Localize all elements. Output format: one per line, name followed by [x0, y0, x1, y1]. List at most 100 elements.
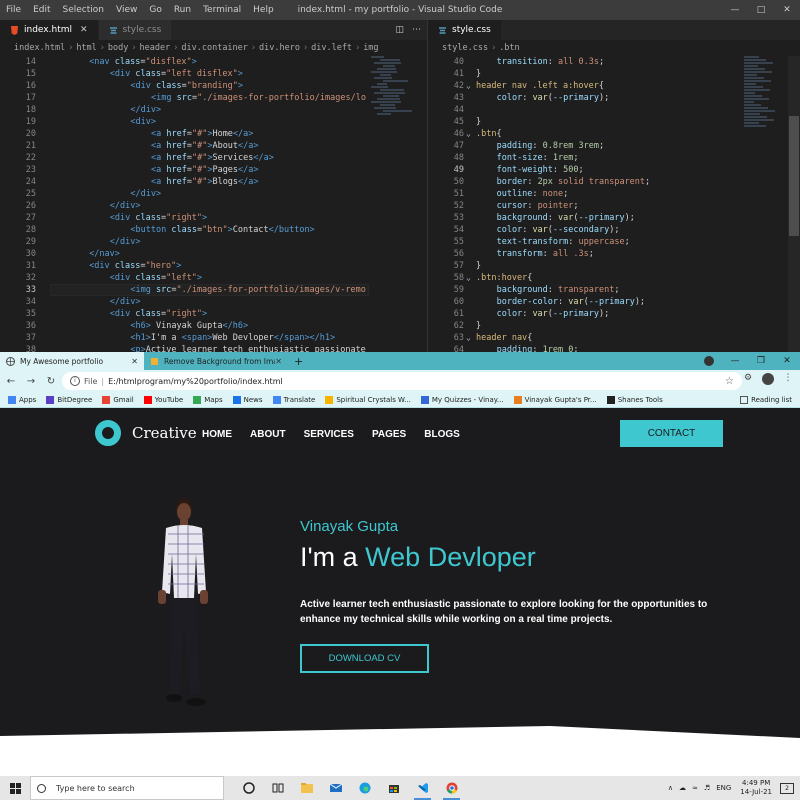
- nav-link-home[interactable]: HOME: [202, 429, 232, 440]
- profile-avatar[interactable]: [762, 373, 774, 385]
- bookmark-maps[interactable]: Maps: [193, 395, 223, 404]
- scrollbar-thumb[interactable]: [789, 116, 799, 236]
- browser-tab-remove-bg[interactable]: Remove Background from Image ✕: [144, 352, 288, 370]
- close-tab-icon[interactable]: ✕: [131, 357, 138, 366]
- bookmark-gmail[interactable]: Gmail: [102, 395, 134, 404]
- minimize-icon[interactable]: —: [722, 356, 748, 366]
- nav-link-blogs[interactable]: BLOGS: [424, 429, 460, 440]
- url-divider: |: [101, 376, 105, 386]
- breadcrumb-item[interactable]: div.left: [311, 43, 352, 53]
- split-editor-icon[interactable]: ◫: [395, 25, 404, 35]
- info-icon[interactable]: i: [70, 376, 80, 386]
- breadcrumb-item[interactable]: div.container: [181, 43, 248, 53]
- bookmark-news[interactable]: News: [232, 395, 263, 404]
- menu-item-go[interactable]: Go: [143, 5, 167, 15]
- menu-item-help[interactable]: Help: [247, 5, 280, 15]
- notification-icon[interactable]: 2: [780, 782, 794, 794]
- vscode-icon[interactable]: [408, 776, 437, 800]
- close-icon[interactable]: ✕: [774, 5, 800, 15]
- reading-list[interactable]: Reading list: [740, 392, 792, 408]
- wifi-icon[interactable]: ≈: [692, 784, 698, 792]
- minimap-right[interactable]: [744, 56, 786, 352]
- breadcrumb: index.html › html › body › header › div.containe…: [0, 40, 427, 56]
- extensions-icon[interactable]: ⚙: [742, 373, 754, 385]
- fold-chevron-icon[interactable]: ⌄: [466, 128, 471, 140]
- menu-item-edit[interactable]: Edit: [27, 5, 56, 15]
- onedrive-icon[interactable]: ☁: [679, 784, 686, 792]
- minimap-line: [374, 107, 396, 109]
- clock[interactable]: 4:49 PM 14-Jul-21: [740, 779, 772, 797]
- volume-icon[interactable]: ♬: [704, 784, 710, 792]
- tab-style-css[interactable]: style.css: [98, 20, 173, 40]
- scrollbar[interactable]: [788, 56, 800, 352]
- bookmark-shanes-tools[interactable]: Shanes Tools: [606, 395, 663, 404]
- mail-icon[interactable]: [321, 776, 350, 800]
- bookmark-translate[interactable]: Translate: [272, 395, 315, 404]
- browser-tab-portfolio[interactable]: My Awesome portfolio ✕: [0, 352, 144, 370]
- fold-chevron-icon[interactable]: ⌄: [466, 332, 471, 344]
- back-icon[interactable]: ←: [2, 376, 20, 387]
- tab-index-html[interactable]: index.html ✕: [0, 20, 99, 40]
- menu-kebab-icon[interactable]: ⋮: [782, 373, 794, 385]
- code-text: background: transparent;: [496, 285, 620, 295]
- line-number: 42: [453, 81, 464, 91]
- breadcrumb-item[interactable]: style.css: [442, 43, 488, 53]
- edge-icon[interactable]: [350, 776, 379, 800]
- contact-button[interactable]: Contact: [620, 420, 723, 447]
- close-tab-icon[interactable]: ✕: [80, 25, 88, 35]
- new-tab-button[interactable]: +: [288, 352, 309, 370]
- nav-link-about[interactable]: ABOUT: [250, 429, 286, 440]
- bookmark-apps[interactable]: Apps: [8, 395, 36, 404]
- download-cv-button[interactable]: Download CV: [300, 644, 429, 673]
- close-icon[interactable]: ✕: [774, 356, 800, 366]
- site-logo[interactable]: Creative: [95, 420, 197, 446]
- taskbar-search[interactable]: Type here to search: [30, 776, 224, 800]
- breadcrumb-item[interactable]: html: [76, 43, 96, 53]
- breadcrumb-item[interactable]: div.hero: [259, 43, 300, 53]
- task-view-icon[interactable]: [263, 776, 292, 800]
- code-editor-index-html[interactable]: 14 <nav class="disflex"> 15 <div class="lef…: [0, 56, 427, 352]
- bookmark-youtube[interactable]: YouTube: [143, 395, 183, 404]
- store-icon[interactable]: [379, 776, 408, 800]
- line-number: 29: [25, 237, 36, 247]
- bookmark-star-icon[interactable]: ☆: [725, 376, 734, 387]
- fold-chevron-icon[interactable]: ⌄: [466, 272, 471, 284]
- file-explorer-icon[interactable]: [292, 776, 321, 800]
- more-actions-icon[interactable]: ⋯: [412, 25, 421, 35]
- minimap[interactable]: [371, 56, 413, 352]
- minimize-icon[interactable]: —: [722, 5, 748, 15]
- chevron-up-icon[interactable]: ∧: [668, 784, 673, 792]
- bookmark-bitdegree[interactable]: BitDegree: [46, 395, 92, 404]
- bookmark-my-quizzes-vinay[interactable]: My Quizzes - Vinay...: [420, 395, 504, 404]
- minimap-line: [744, 80, 771, 82]
- breadcrumb-item[interactable]: index.html: [14, 43, 65, 53]
- menu-item-selection[interactable]: Selection: [57, 5, 110, 15]
- breadcrumb-item[interactable]: .btn: [499, 43, 519, 53]
- start-button[interactable]: [0, 782, 30, 794]
- cortana-icon[interactable]: [234, 776, 263, 800]
- minimap-line: [371, 56, 384, 58]
- close-tab-icon[interactable]: ✕: [275, 357, 282, 366]
- minimap-line: [744, 110, 775, 112]
- fold-chevron-icon[interactable]: ⌄: [466, 80, 471, 92]
- chrome-icon[interactable]: [437, 776, 466, 800]
- breadcrumb-item[interactable]: img: [363, 43, 378, 53]
- bookmark-spiritual-crystals-w[interactable]: Spiritual Crystals W...: [325, 395, 411, 404]
- tab-search-icon[interactable]: [704, 356, 714, 366]
- breadcrumb-item[interactable]: header: [140, 43, 171, 53]
- bookmark-vinayak-gupta-s-pr[interactable]: Vinayak Gupta's Pr...: [513, 395, 597, 404]
- forward-icon[interactable]: →: [22, 376, 40, 387]
- nav-link-pages[interactable]: PAGES: [372, 429, 406, 440]
- menu-item-terminal[interactable]: Terminal: [197, 5, 247, 15]
- reload-icon[interactable]: ↻: [42, 376, 60, 387]
- menu-item-file[interactable]: File: [0, 5, 27, 15]
- nav-link-services[interactable]: SERVICES: [304, 429, 354, 440]
- language-indicator[interactable]: ENG: [716, 784, 731, 792]
- restore-icon[interactable]: ❐: [748, 356, 774, 366]
- menu-item-run[interactable]: Run: [168, 5, 197, 15]
- breadcrumb-item[interactable]: body: [108, 43, 128, 53]
- menu-item-view[interactable]: View: [110, 5, 143, 15]
- address-bar[interactable]: i File | E:/htmlprogram/my%20portfolio/i…: [62, 372, 742, 390]
- tab-style-css-right[interactable]: style.css: [428, 20, 502, 40]
- maximize-icon[interactable]: □: [748, 5, 774, 15]
